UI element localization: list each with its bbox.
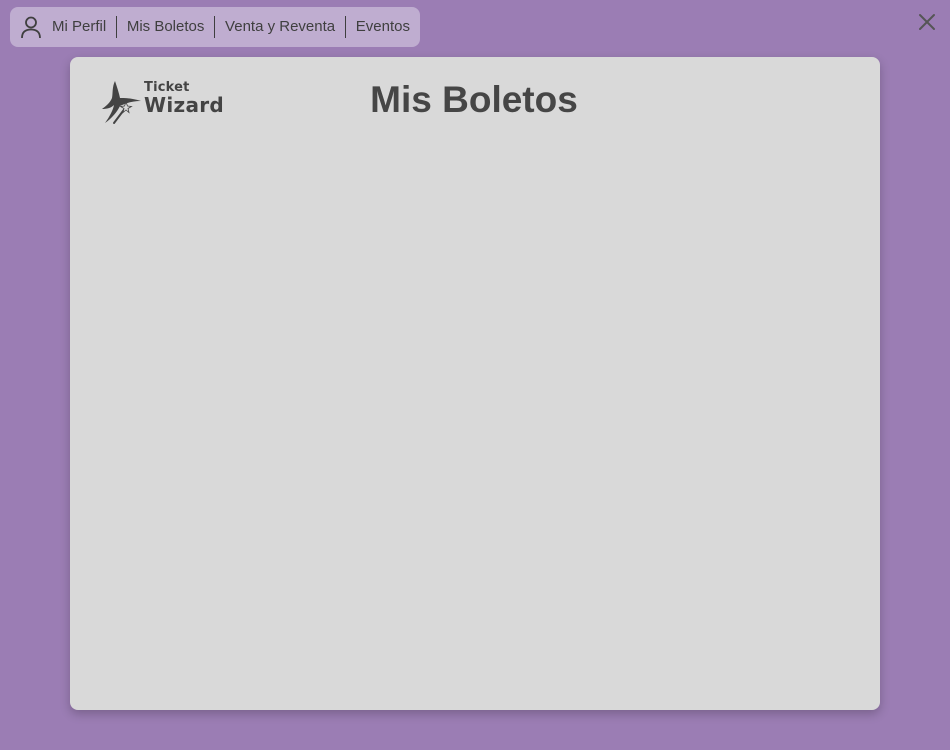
nav-item-mis-boletos[interactable]: Mis Boletos: [117, 16, 215, 38]
nav-item-venta-y-reventa[interactable]: Venta y Reventa: [215, 16, 345, 38]
main-card: Ticket Wizard Mis Boletos: [70, 57, 880, 710]
close-icon[interactable]: [918, 13, 936, 31]
page-title: Mis Boletos: [370, 79, 578, 120]
top-navbar: Mi Perfil Mis Boletos Venta y Reventa Ev…: [10, 7, 420, 47]
nav-item-eventos[interactable]: Eventos: [346, 16, 420, 38]
nav-item-mi-perfil[interactable]: Mi Perfil: [52, 16, 116, 38]
user-icon[interactable]: [20, 15, 42, 39]
